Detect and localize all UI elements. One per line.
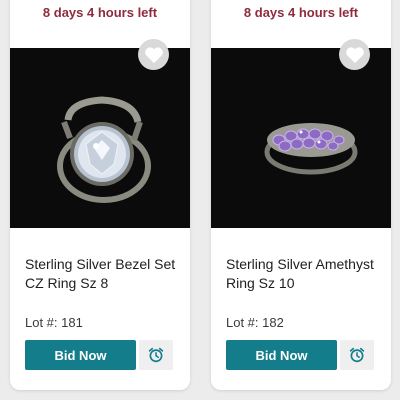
watch-button[interactable] xyxy=(139,340,173,370)
heart-icon xyxy=(144,46,163,63)
time-left-label: 8 days 4 hours left xyxy=(243,5,359,20)
favorite-button[interactable] xyxy=(138,39,169,70)
lot-image[interactable] xyxy=(10,48,190,228)
time-left-label: 8 days 4 hours left xyxy=(42,5,158,20)
lot-number: Lot #: 181 xyxy=(25,315,83,330)
bid-now-button[interactable]: Bid Now xyxy=(226,340,337,370)
lot-image[interactable] xyxy=(211,48,391,228)
lot-grid: 8 days 4 hours left Sterling Silver Beze… xyxy=(0,0,400,400)
lot-title[interactable]: Sterling Silver Bezel Set CZ Ring Sz 8 xyxy=(25,255,180,293)
favorite-button[interactable] xyxy=(339,39,370,70)
bid-now-button[interactable]: Bid Now xyxy=(25,340,136,370)
heart-icon xyxy=(345,46,364,63)
alarm-clock-icon xyxy=(349,347,365,363)
lot-card[interactable]: 8 days 4 hours left xyxy=(211,0,391,390)
watch-button[interactable] xyxy=(340,340,374,370)
alarm-clock-icon xyxy=(148,347,164,363)
lot-number: Lot #: 182 xyxy=(226,315,284,330)
lot-title[interactable]: Sterling Silver Amethyst Ring Sz 10 xyxy=(226,255,381,293)
lot-card[interactable]: 8 days 4 hours left xyxy=(10,0,190,390)
